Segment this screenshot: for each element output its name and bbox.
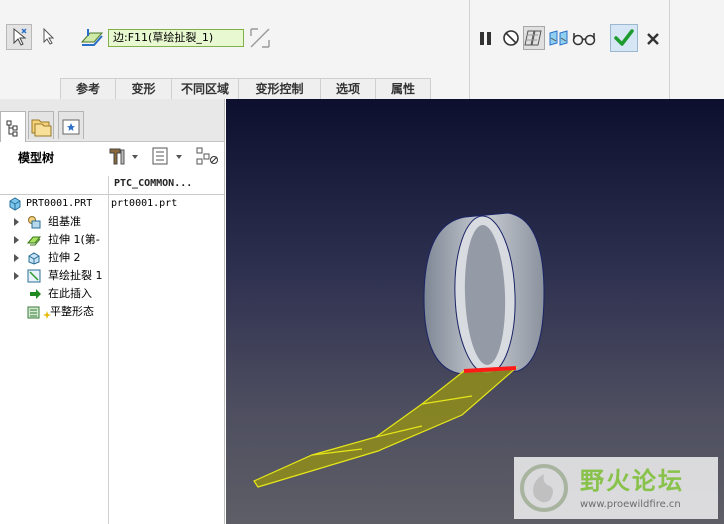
expand-arrow-icon[interactable]	[14, 236, 19, 244]
sketched-rip-icon	[27, 269, 41, 283]
tree-item-label: 在此插入	[48, 287, 92, 300]
pause-icon[interactable]	[478, 26, 494, 50]
tab-distinct-regions[interactable]: 不同区域	[171, 79, 238, 99]
tree-item-insert-here[interactable]: 在此插入	[0, 285, 224, 303]
model-tree-title: 模型树	[18, 151, 55, 165]
tree-item-label: 拉伸 1(第-	[48, 233, 100, 246]
datum-group-icon	[27, 215, 41, 229]
divider	[469, 0, 470, 99]
confirm-checkmark-icon[interactable]	[610, 24, 638, 52]
tree-item-value: prt0001.prt	[111, 198, 178, 209]
divider	[669, 0, 670, 99]
separate-preview-icon[interactable]	[548, 26, 570, 50]
select-arrow-icon[interactable]	[36, 24, 62, 50]
expand-arrow-icon[interactable]	[14, 218, 19, 226]
folder-browser-tab[interactable]	[28, 111, 54, 139]
navigator-pane: 模型树 PTC_COMMON... PRT0001.PRT prt0001.pr…	[0, 99, 225, 524]
expand-arrow-icon[interactable]	[14, 272, 19, 280]
edge-reference-field[interactable]: 边:F11(草绘扯裂_1)	[108, 29, 244, 47]
smart-select-icon[interactable]	[6, 24, 32, 50]
tree-item-label: 平整形态	[50, 305, 94, 318]
favorites-tab[interactable]	[58, 111, 84, 139]
edge-chain-icon[interactable]	[80, 27, 104, 49]
feature-dashboard: 边:F11(草绘扯裂_1) 参考 变形 不同区域 变形控制 选项 属性	[0, 0, 724, 99]
watermark-url: www.proewildfire.cn	[580, 499, 681, 510]
tree-filters-icon[interactable]	[194, 146, 220, 166]
tree-item-part[interactable]: PRT0001.PRT prt0001.prt	[0, 195, 224, 213]
tree-item-label: 拉伸 2	[48, 251, 81, 264]
attached-preview-icon[interactable]	[523, 26, 545, 50]
cancel-x-icon[interactable]	[644, 26, 662, 50]
navigator-tabstrip	[0, 99, 224, 142]
tab-references[interactable]: 参考	[60, 79, 115, 99]
fire-logo-icon	[520, 464, 568, 512]
tab-properties[interactable]: 属性	[375, 79, 431, 99]
tree-item-flat-state[interactable]: 平整形态	[0, 303, 224, 321]
model-tree-header: 模型树	[0, 142, 224, 170]
model-tree-tab[interactable]	[0, 111, 26, 142]
tree-item-datum-group[interactable]: 组基准	[0, 213, 224, 231]
part-icon	[8, 197, 22, 211]
verify-glasses-icon[interactable]	[572, 26, 596, 50]
tab-deform[interactable]: 变形	[115, 79, 171, 99]
sheetmetal-wall-icon	[26, 233, 42, 247]
column-header-label[interactable]: PTC_COMMON...	[114, 178, 192, 189]
tree-column-header: PTC_COMMON...	[0, 176, 224, 195]
dashboard-tabs: 参考 变形 不同区域 变形控制 选项 属性	[60, 78, 431, 100]
flip-direction-icon[interactable]	[248, 26, 272, 50]
tree-item-extrude-1[interactable]: 拉伸 1(第-	[0, 231, 224, 249]
tree-item-label: PRT0001.PRT	[26, 198, 93, 209]
insert-arrow-icon	[29, 287, 43, 301]
no-preview-icon[interactable]	[501, 26, 521, 50]
tree-item-extrude-2[interactable]: 拉伸 2	[0, 249, 224, 267]
settings-hammer-icon[interactable]	[106, 146, 140, 166]
tab-options[interactable]: 选项	[320, 79, 375, 99]
show-list-icon[interactable]	[150, 146, 186, 166]
tree-item-sketched-rip[interactable]: 草绘扯裂 1	[0, 267, 224, 285]
tree-item-label: 草绘扯裂 1	[48, 269, 103, 282]
forum-watermark: 野火论坛 www.proewildfire.cn	[514, 457, 718, 519]
flat-state-icon	[27, 305, 41, 319]
tab-deform-control[interactable]: 变形控制	[238, 79, 320, 99]
tree-item-label: 组基准	[48, 215, 81, 228]
expand-arrow-icon[interactable]	[14, 254, 19, 262]
watermark-title: 野火论坛	[580, 467, 684, 495]
extrude-icon	[27, 251, 41, 265]
